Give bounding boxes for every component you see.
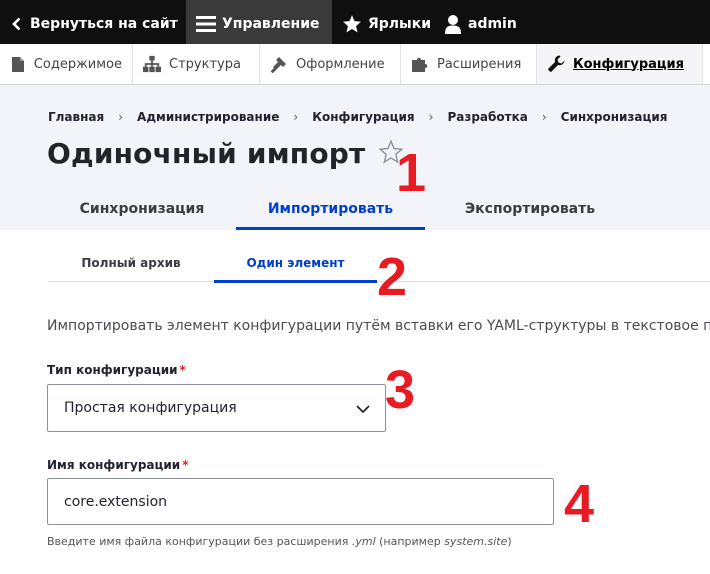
back-to-site-link[interactable]: Вернуться на сайт bbox=[0, 0, 186, 48]
breadcrumb-separator: › bbox=[428, 110, 434, 124]
page-title: Одиночный импорт bbox=[47, 137, 366, 170]
breadcrumb-separator: › bbox=[293, 110, 299, 124]
tray-item-label: Содержимое bbox=[33, 56, 122, 72]
annotation-number: 3 bbox=[385, 360, 416, 420]
config-type-value: Простая конфигурация bbox=[64, 400, 237, 416]
page-icon bbox=[10, 55, 26, 73]
tray-item-label: Расширения bbox=[437, 56, 522, 72]
tray-item-configuration[interactable]: Конфигурация bbox=[537, 44, 703, 84]
help-example: system.site bbox=[444, 535, 508, 548]
primary-tabs: Синхронизация Импортировать Экспортирова… bbox=[48, 188, 635, 230]
annotation-number: 2 bbox=[377, 247, 408, 307]
sitemap-icon bbox=[143, 55, 161, 73]
annotation-number: 1 bbox=[396, 143, 427, 203]
tab-synchronization[interactable]: Синхронизация bbox=[48, 188, 236, 230]
breadcrumb-link[interactable]: Конфигурация bbox=[312, 110, 414, 124]
tray-item-appearance[interactable]: Оформление bbox=[260, 44, 401, 84]
hamburger-icon bbox=[196, 14, 216, 34]
config-name-help: Введите имя файла конфигурации без расши… bbox=[47, 535, 512, 548]
config-type-select[interactable]: Простая конфигурация bbox=[47, 384, 386, 432]
required-marker: * bbox=[182, 458, 189, 472]
tab-label: Экспортировать bbox=[464, 201, 596, 217]
breadcrumb-link[interactable]: Главная bbox=[48, 110, 104, 124]
tab-label: Синхронизация bbox=[79, 201, 205, 217]
user-label: admin bbox=[468, 16, 517, 32]
puzzle-icon bbox=[411, 55, 429, 73]
shortcuts-button[interactable]: Ярлыки bbox=[332, 0, 434, 48]
manage-label: Управление bbox=[222, 16, 320, 32]
breadcrumb-link[interactable]: Администрирование bbox=[137, 110, 279, 124]
help-text: Введите имя файла конфигурации без расши… bbox=[47, 535, 352, 548]
help-text: (например bbox=[375, 535, 445, 548]
tray-item-label: Структура bbox=[169, 56, 241, 72]
help-text: ) bbox=[507, 535, 512, 548]
tray-item-label: Конфигурация bbox=[573, 56, 684, 72]
tray-item-structure[interactable]: Структура bbox=[133, 44, 260, 84]
tab-label: Полный архив bbox=[81, 256, 181, 270]
breadcrumb-separator: › bbox=[118, 110, 124, 124]
breadcrumb-link[interactable]: Синхронизация bbox=[561, 110, 668, 124]
admin-toolbar: Вернуться на сайт Управление Ярлыки admi… bbox=[0, 0, 710, 48]
help-ext: .yml bbox=[351, 535, 376, 548]
star-icon bbox=[342, 14, 362, 34]
wrench-icon bbox=[547, 55, 565, 73]
required-marker: * bbox=[179, 363, 186, 377]
config-name-label: Имя конфигурации * bbox=[47, 458, 189, 472]
config-type-label: Тип конфигурации * bbox=[47, 363, 186, 377]
breadcrumb-separator: › bbox=[541, 110, 547, 124]
tray-item-label: Оформление bbox=[296, 56, 385, 72]
config-name-label-text: Имя конфигурации bbox=[47, 458, 181, 472]
tab-export[interactable]: Экспортировать bbox=[425, 188, 635, 230]
brush-icon bbox=[270, 55, 288, 73]
shortcuts-label: Ярлыки bbox=[368, 16, 432, 32]
tab-label: Один элемент bbox=[246, 256, 345, 270]
breadcrumb: Главная › Администрирование › Конфигурац… bbox=[48, 110, 668, 124]
tab-label: Импортировать bbox=[267, 201, 394, 217]
page-header: Главная › Администрирование › Конфигурац… bbox=[0, 85, 710, 230]
config-name-input[interactable] bbox=[47, 478, 554, 525]
chevron-down-icon bbox=[355, 401, 371, 417]
chevron-left-icon bbox=[10, 14, 24, 34]
form-description: Импортировать элемент конфигурации путём… bbox=[47, 318, 710, 334]
annotation-number: 4 bbox=[564, 474, 595, 534]
config-type-label-text: Тип конфигурации bbox=[47, 363, 178, 377]
tab-single-item[interactable]: Один элемент bbox=[214, 244, 377, 283]
user-menu-button[interactable]: admin bbox=[434, 0, 524, 48]
manage-menu-button[interactable]: Управление bbox=[186, 0, 332, 48]
back-to-site-label: Вернуться на сайт bbox=[30, 16, 178, 32]
admin-tray: Содержимое Структура Оформление Расширен… bbox=[0, 44, 710, 85]
user-icon bbox=[444, 14, 462, 34]
tray-item-content[interactable]: Содержимое bbox=[0, 44, 133, 84]
tab-full-archive[interactable]: Полный архив bbox=[48, 244, 214, 282]
breadcrumb-link[interactable]: Разработка bbox=[447, 110, 527, 124]
tray-item-extend[interactable]: Расширения bbox=[401, 44, 537, 84]
